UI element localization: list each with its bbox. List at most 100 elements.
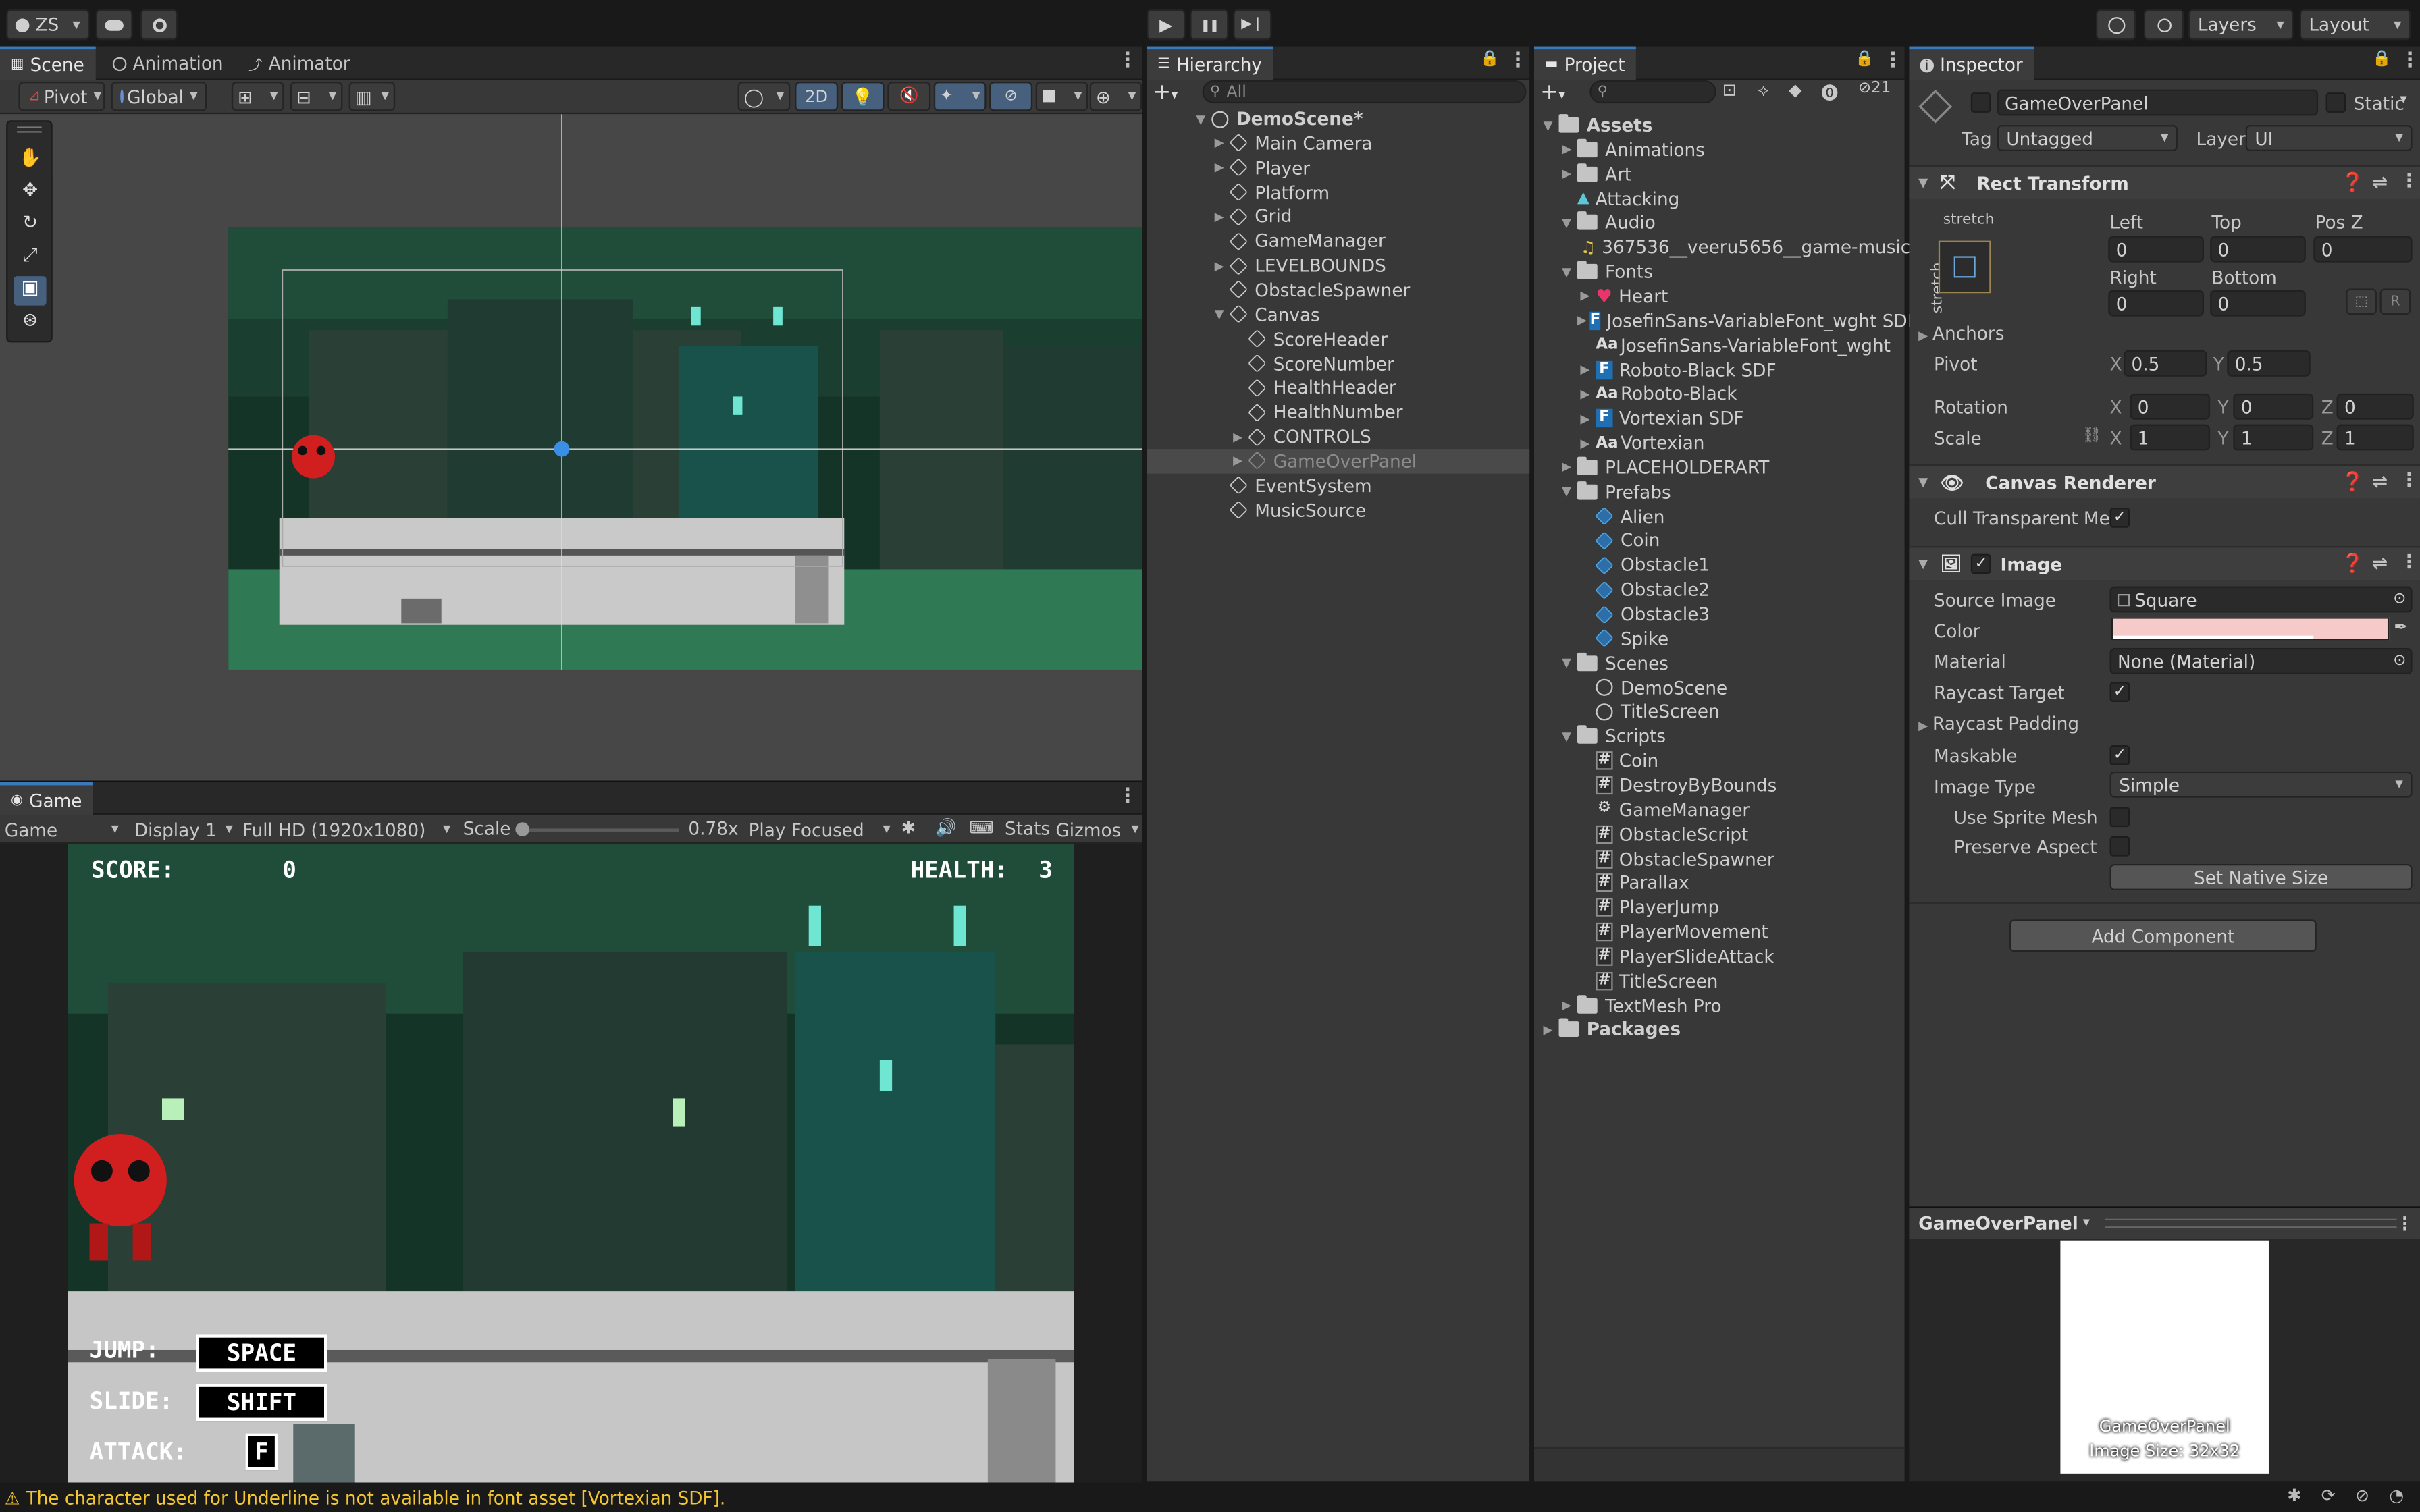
help-icon[interactable]: ❓	[2341, 470, 2364, 492]
collapsed-arrow-icon[interactable]: ▶	[1577, 436, 1593, 450]
collab-button[interactable]	[140, 9, 178, 40]
scale-x-field[interactable]: 1	[2130, 424, 2211, 451]
scale-y-field[interactable]: 1	[2233, 424, 2314, 451]
expanded-arrow-icon[interactable]: ▼	[1559, 730, 1575, 744]
cull-transparent-checkbox[interactable]: ✓	[2109, 507, 2130, 528]
project-item[interactable]: # PlayerSlideAttack	[1534, 944, 1905, 969]
canvas-renderer-header[interactable]: ▼ 👁 Canvas Renderer ❓ ⇌ ⋮	[1909, 464, 2420, 499]
scale-slider[interactable]	[515, 822, 679, 836]
scale-slider-handle[interactable]	[515, 822, 529, 836]
tab-inspector[interactable]: i Inspector	[1909, 46, 2034, 80]
tag-dropdown[interactable]: Untagged	[1997, 125, 2178, 151]
help-icon[interactable]: ❓	[2341, 552, 2364, 574]
project-item[interactable]: # Parallax	[1534, 871, 1905, 896]
project-menu-icon[interactable]: ⋮	[1883, 49, 1903, 72]
draw-mode-button[interactable]: ◯	[737, 82, 791, 111]
audio-toggle[interactable]: 🔇	[887, 82, 931, 111]
resolution-dropdown[interactable]: Full HD (1920x1080)	[242, 816, 451, 842]
project-item[interactable]: ▶ Aa Roboto-Black	[1534, 381, 1905, 406]
image-enabled-checkbox[interactable]: ✓	[1971, 554, 1991, 574]
global-toggle[interactable]: Global	[111, 82, 207, 111]
tab-animator[interactable]: ⤴ Animator	[238, 47, 361, 80]
collapsed-arrow-icon[interactable]: ▶	[1577, 412, 1593, 426]
project-item[interactable]: ▼ Prefabs	[1534, 479, 1905, 504]
network-icon[interactable]: ⊘	[2355, 1486, 2369, 1506]
project-item[interactable]: # ObstacleScript	[1534, 821, 1905, 846]
hierarchy-item[interactable]: EventSystem	[1147, 473, 1529, 498]
bug-icon[interactable]: ✱	[901, 817, 916, 838]
preset-icon[interactable]: ⇌	[2372, 470, 2388, 492]
effects-toggle[interactable]: ✦	[933, 82, 987, 111]
lighting-toggle[interactable]: 💡	[841, 82, 885, 111]
rotate-tool-icon[interactable]: ↻	[14, 211, 47, 240]
keyboard-icon[interactable]: ⌨	[969, 817, 993, 838]
hierarchy-item[interactable]: ▶ CONTROLS	[1147, 425, 1529, 450]
right-field[interactable]: 0	[2108, 290, 2204, 317]
expanded-arrow-icon[interactable]: ▼	[1559, 216, 1575, 230]
transform-tool-icon[interactable]: ⊛	[14, 308, 47, 338]
set-native-size-button[interactable]: Set Native Size	[2109, 863, 2413, 890]
collapsed-arrow-icon[interactable]: ▶	[1577, 289, 1593, 303]
maskable-checkbox[interactable]: ✓	[2109, 745, 2130, 765]
project-item[interactable]: ▶ F JosefinSans-VariableFont_wght SDF	[1534, 308, 1918, 333]
scene-menu-icon[interactable]: ⋮	[1117, 49, 1138, 72]
lock-icon[interactable]: 🔒	[1480, 51, 1499, 68]
hidden-objects-toggle[interactable]: ⊘	[989, 82, 1033, 111]
hand-tool-icon[interactable]: ✋	[14, 146, 47, 176]
increment-snap-button[interactable]: ▥	[348, 82, 396, 111]
hierarchy-item[interactable]: HealthNumber	[1147, 400, 1529, 425]
project-item[interactable]: Alien	[1534, 504, 1905, 529]
material-field[interactable]: None (Material) ⊙	[2109, 647, 2413, 674]
project-item[interactable]: Obstacle2	[1534, 577, 1905, 602]
constrain-scale-icon[interactable]: ⛓	[2082, 427, 2101, 444]
add-component-button[interactable]: Add Component	[2009, 919, 2317, 952]
project-item[interactable]: ▼ Scenes	[1534, 651, 1905, 676]
project-item[interactable]: ▶ Aa Vortexian	[1534, 431, 1905, 456]
eyedropper-icon[interactable]: ✒	[2394, 617, 2408, 637]
project-item[interactable]: Coin	[1534, 529, 1905, 554]
expanded-arrow-icon[interactable]: ▼	[1540, 118, 1556, 132]
collapsed-arrow-icon[interactable]: ▶	[1211, 259, 1227, 273]
hierarchy-item[interactable]: GameManager	[1147, 229, 1529, 254]
project-item[interactable]: ▶ Packages	[1534, 1017, 1905, 1042]
use-sprite-mesh-checkbox[interactable]	[2109, 807, 2130, 828]
pivot-x-field[interactable]: 0.5	[2124, 350, 2207, 377]
history-button[interactable]	[2095, 9, 2136, 40]
grid-visibility-button[interactable]: ⊟	[290, 82, 343, 111]
hierarchy-item[interactable]: ScoreNumber	[1147, 351, 1529, 376]
game-view-dropdown[interactable]: Game	[5, 816, 119, 842]
project-add-button[interactable]: +▾	[1540, 82, 1580, 107]
image-header[interactable]: ▼ 🖼 ✓ Image ❓ ⇌ ⋮	[1909, 546, 2420, 580]
scale-tool-icon[interactable]: ⤢	[14, 244, 47, 273]
material-picker-icon[interactable]: ⊙	[2393, 653, 2406, 670]
project-item[interactable]: Aa JosefinSans-VariableFont_wght	[1534, 333, 1905, 358]
preset-icon[interactable]: ⇌	[2372, 171, 2388, 193]
hierarchy-item[interactable]: ScoreHeader	[1147, 327, 1529, 352]
status-bar[interactable]: ⚠ The character used for Underline is no…	[0, 1484, 2420, 1512]
hierarchy-search[interactable]: ⚲ All	[1202, 80, 1527, 104]
blueprint-button[interactable]: ⬚	[2346, 288, 2377, 315]
game-menu-icon[interactable]: ⋮	[1117, 785, 1138, 808]
preview-dropdown-icon[interactable]: ▾	[2083, 1216, 2090, 1231]
project-item[interactable]: ▶ F Roboto-Black SDF	[1534, 357, 1905, 382]
preview-menu-icon[interactable]: ⋮	[2396, 1213, 2414, 1235]
anchor-preset-button[interactable]	[1938, 240, 1991, 294]
project-item[interactable]: Obstacle1	[1534, 553, 1905, 578]
inspector-lock-icon[interactable]: 🔒	[2372, 51, 2391, 68]
cloud-button[interactable]	[95, 9, 133, 40]
snap-grid-button[interactable]: ⊞	[231, 82, 284, 111]
raycast-padding-foldout[interactable]: ▶ Raycast Padding	[1918, 713, 2079, 734]
collapsed-arrow-icon[interactable]: ▶	[1577, 362, 1593, 377]
project-item[interactable]: ▶ PLACEHOLDERART	[1534, 455, 1905, 480]
inspector-menu-icon[interactable]: ⋮	[2400, 49, 2420, 72]
hierarchy-item[interactable]: Platform	[1147, 180, 1529, 205]
rotation-x-field[interactable]: 0	[2130, 393, 2211, 420]
hierarchy-item[interactable]: MusicSource	[1147, 497, 1529, 522]
search-by-type-icon[interactable]: ⊡	[1722, 80, 1737, 101]
object-name-field[interactable]: GameOverPanel	[1997, 89, 2319, 116]
layer-dropdown[interactable]: UI	[2245, 125, 2413, 151]
tab-project[interactable]: ▬ Project	[1533, 46, 1636, 80]
expanded-arrow-icon[interactable]: ▼	[1559, 265, 1575, 279]
component-menu-icon[interactable]: ⋮	[2400, 551, 2418, 572]
rotation-z-field[interactable]: 0	[2336, 393, 2414, 420]
